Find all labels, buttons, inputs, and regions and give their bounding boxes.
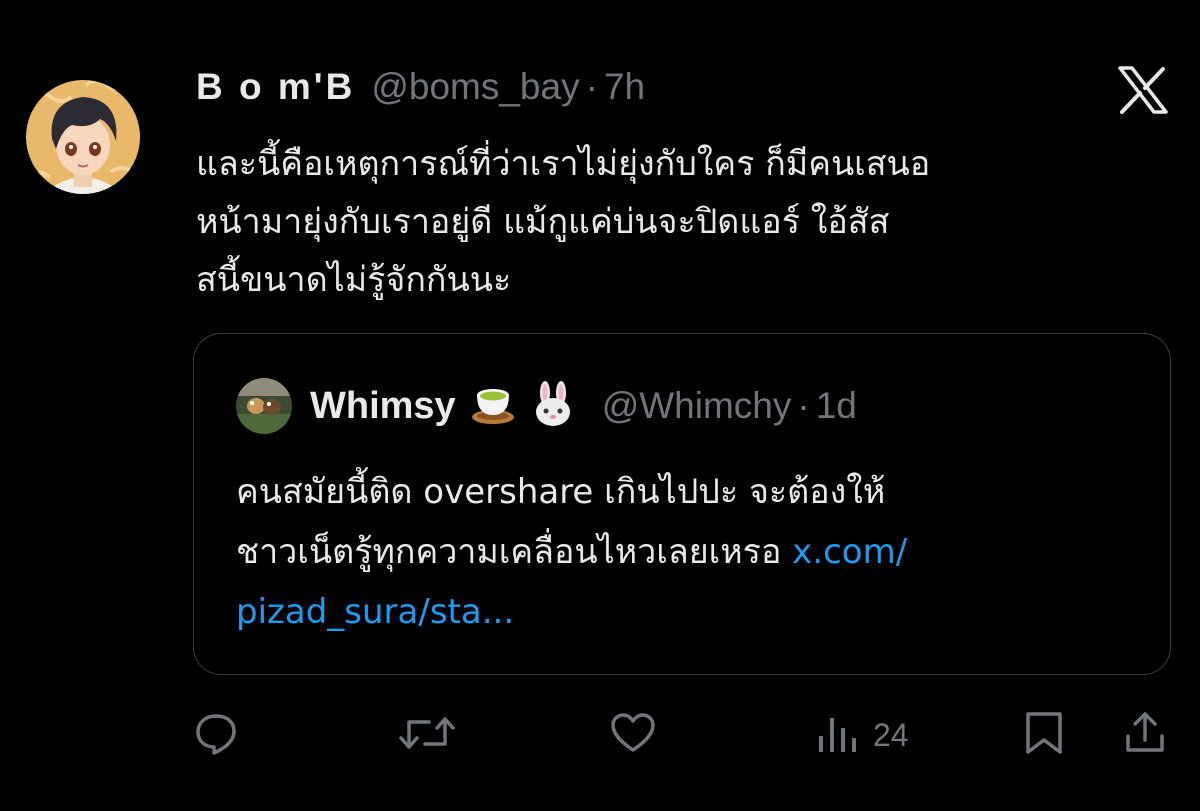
- quoted-tweet-text: คนสมัยนี้ติด overshare เกินไปปะ จะต้องให…: [236, 462, 1136, 642]
- rabbit-face-icon: [530, 380, 576, 432]
- quoted-text-line: ชาวเน็ตรู้ทุกความเคลื่อนไหวเลยเหรอ x.com…: [236, 522, 1136, 582]
- share-button[interactable]: [1122, 710, 1168, 761]
- like-icon: [609, 710, 657, 761]
- quoted-text-line: pizad_sura/sta...: [236, 582, 1136, 642]
- quoted-author-avatar[interactable]: [236, 378, 292, 434]
- tweet-text-line: หน้ามายุ่งกับเราอยู่ดี แม้กูแค่บ่นจะปิดแ…: [196, 202, 890, 242]
- quoted-text-line: คนสมัยนี้ติด overshare เกินไปปะ จะต้องให…: [236, 472, 886, 512]
- quoted-text-segment: ชาวเน็ตรู้ทุกความเคลื่อนไหวเลยเหรอ: [236, 532, 793, 572]
- tweet-action-bar: 24: [0, 700, 1200, 770]
- tweet-text-line: สนี้ขนาดไม่รู้จักกันนะ: [196, 260, 512, 300]
- tweet-text-line: และนี้คือเหตุการณ์ที่ว่าเราไม่ยุ่งกับใคร…: [196, 144, 931, 184]
- retweet-icon: [397, 710, 457, 761]
- tweet-link-continued[interactable]: pizad_sura/sta...: [236, 592, 514, 632]
- share-icon: [1122, 710, 1168, 761]
- bookmark-icon: [1022, 710, 1066, 761]
- author-display-name[interactable]: B o m'B: [196, 66, 355, 108]
- quoted-author-display-name[interactable]: Whimsy: [310, 385, 456, 428]
- tweet-text: และนี้คือเหตุการณ์ที่ว่าเราไม่ยุ่งกับใคร…: [196, 135, 1176, 309]
- retweet-button[interactable]: [397, 710, 457, 761]
- quoted-tweet-header: Whimsy @Whimchy · 1d: [236, 378, 857, 434]
- tweet-timestamp[interactable]: 7h: [604, 66, 645, 108]
- tweet-header: B o m'B @boms_bay · 7h: [196, 66, 645, 114]
- views-icon: [815, 710, 861, 761]
- separator-dot: ·: [797, 385, 810, 426]
- quoted-tweet-timestamp[interactable]: 1d: [816, 385, 857, 427]
- tea-cup-icon: [470, 381, 516, 432]
- author-avatar[interactable]: [26, 67, 140, 207]
- reply-button[interactable]: [193, 710, 239, 761]
- bookmark-button[interactable]: [1022, 710, 1066, 761]
- author-handle[interactable]: @boms_bay: [371, 66, 579, 108]
- reply-icon: [193, 710, 239, 761]
- quoted-tweet[interactable]: Whimsy @Whimchy · 1d คนสมัยนี้ติด oversh…: [193, 333, 1171, 675]
- quoted-author-handle[interactable]: @Whimchy: [602, 385, 792, 427]
- views-button[interactable]: 24: [815, 710, 909, 761]
- views-count: 24: [873, 717, 909, 753]
- like-button[interactable]: [609, 710, 657, 761]
- x-logo-icon: [1117, 66, 1169, 114]
- separator-dot: ·: [585, 66, 598, 107]
- tweet-link[interactable]: x.com/: [792, 532, 907, 572]
